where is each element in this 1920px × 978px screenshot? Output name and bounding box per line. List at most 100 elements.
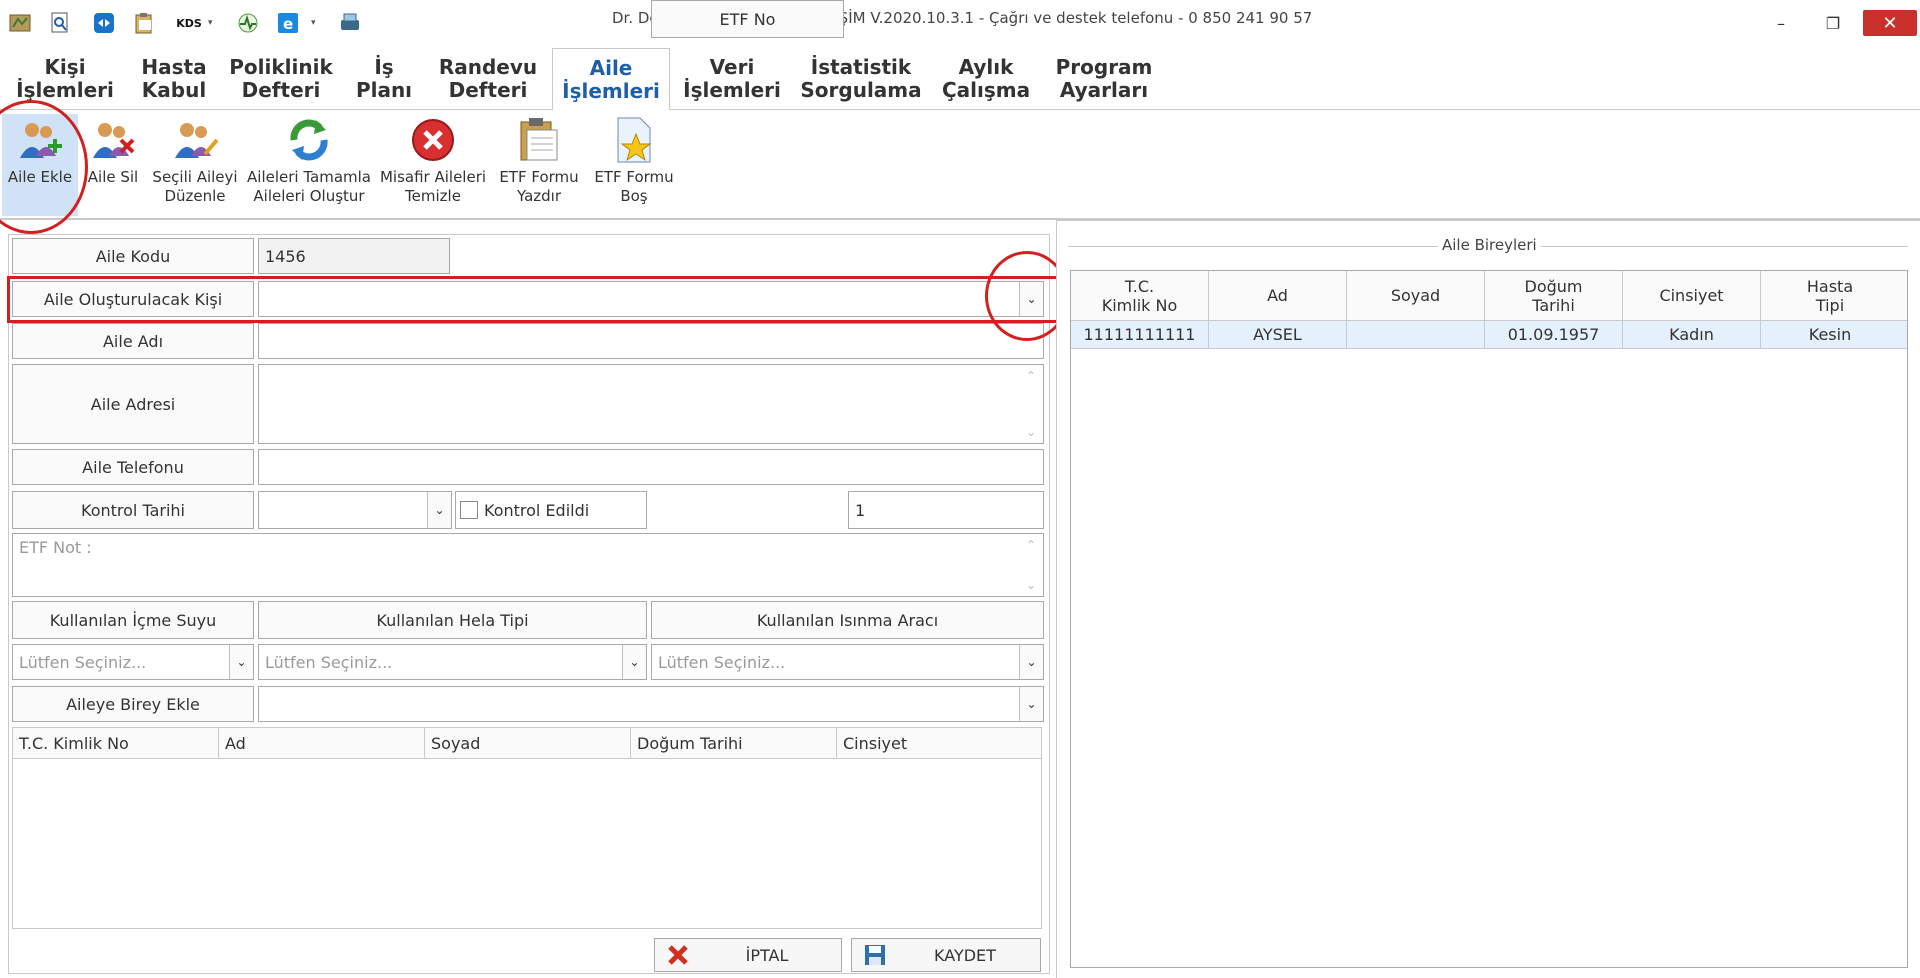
delete-circle-icon: [408, 114, 458, 166]
document-star-icon: [609, 114, 659, 166]
remove-family-icon: [88, 114, 138, 166]
svg-text:e: e: [283, 15, 293, 33]
column-cinsiyet[interactable]: Cinsiyet: [837, 728, 1041, 758]
table-row[interactable]: 11111111111 AYSEL 01.09.1957 Kadın Kesin: [1071, 321, 1907, 349]
aile-adresi-label: Aile Adresi: [12, 364, 254, 444]
kontrol-edildi-checkbox-row[interactable]: Kontrol Edildi: [455, 491, 647, 529]
kds-dropdown-icon[interactable]: ▾: [208, 18, 213, 28]
kaydet-button[interactable]: KAYDET: [851, 938, 1041, 972]
browser-dropdown-icon[interactable]: ▾: [311, 18, 316, 28]
ribbon-tabs: Kişi İşlemleri Hasta Kabul Poliklinik Defte…: [0, 48, 1920, 111]
member-grid-body[interactable]: [12, 759, 1042, 929]
aile-bireyleri-grid-header: T.C. Kimlik No Ad Soyad Doğum Tarihi Cinsi…: [1071, 271, 1907, 321]
column-tc-kimlik-no[interactable]: T.C. Kimlik No: [1071, 271, 1209, 320]
cell-soyad: [1347, 321, 1485, 348]
ribbon: Aile Ekle Aile Sil Seçili Aileyi Düzenle…: [0, 110, 1920, 220]
map-icon[interactable]: [8, 12, 32, 34]
tab-aylik-calisma[interactable]: Aylık Çalışma: [940, 48, 1032, 110]
close-button[interactable]: ✕: [1863, 10, 1917, 36]
aileleri-tamamla-button[interactable]: Aileleri Tamamla Aileleri Oluştur: [247, 114, 371, 216]
tab-is-plani[interactable]: İş Planı: [348, 48, 420, 110]
ekg-icon[interactable]: [236, 12, 260, 34]
chevron-down-icon[interactable]: ⌄: [229, 645, 253, 679]
aile-telefonu-label: Aile Telefonu: [12, 449, 254, 485]
clipboard-icon[interactable]: [132, 12, 156, 34]
browser-icon[interactable]: e: [276, 12, 300, 34]
aile-adi-input[interactable]: [258, 323, 1044, 359]
tab-aile-islemleri[interactable]: Aile İşlemleri: [552, 48, 670, 111]
member-grid-header: T.C. Kimlik No Ad Soyad Doğum Tarihi Cin…: [12, 727, 1042, 759]
etf-not-textarea[interactable]: ETF Not : ⌃ ⌄: [12, 533, 1044, 597]
iptal-button[interactable]: İPTAL: [654, 938, 842, 972]
tab-hasta-kabul[interactable]: Hasta Kabul: [126, 48, 222, 110]
tab-program-ayarlari[interactable]: Program Ayarları: [1050, 48, 1158, 110]
scroll-down-icon[interactable]: ⌄: [1026, 425, 1036, 439]
etf-formu-yazdir-button[interactable]: ETF Formu Yazdır: [496, 114, 582, 216]
kontrol-tarihi-date-picker[interactable]: ⌄: [258, 491, 452, 529]
chevron-down-icon[interactable]: ⌄: [622, 645, 646, 679]
tab-randevu-defteri[interactable]: Randevu Defteri: [434, 48, 542, 110]
tab-istatistik-sorgulama[interactable]: İstatistik Sorgulama: [796, 48, 926, 110]
aile-kodu-label: Aile Kodu: [12, 238, 254, 274]
aileye-birey-ekle-select[interactable]: ⌄: [258, 686, 1044, 722]
icme-suyu-label: Kullanılan İçme Suyu: [12, 601, 254, 639]
search-document-icon[interactable]: [48, 12, 72, 34]
tab-poliklinik-defteri[interactable]: Poliklinik Defteri: [229, 48, 333, 110]
scroll-up-icon[interactable]: ⌃: [1026, 369, 1036, 383]
aile-telefonu-input[interactable]: [258, 449, 1044, 485]
column-hasta-tipi[interactable]: Hasta Tipi: [1761, 271, 1899, 320]
minimize-button[interactable]: –: [1766, 10, 1796, 36]
etf-not-scrollbar[interactable]: ⌃ ⌄: [1019, 534, 1043, 596]
aile-adi-label: Aile Adı: [12, 323, 254, 359]
secili-aileyi-duzenle-button[interactable]: Seçili Aileyi Düzenle: [152, 114, 238, 216]
title-bar: KDS ▾ e ▾ Dr. Demo DOKTOR - HIZIR BİLİŞİ…: [0, 0, 1920, 44]
aile-sil-button[interactable]: Aile Sil: [80, 114, 146, 216]
hela-tipi-select[interactable]: Lütfen Seçiniz... ⌄: [258, 644, 647, 680]
cancel-icon: [663, 944, 693, 966]
icme-suyu-select[interactable]: Lütfen Seçiniz... ⌄: [12, 644, 254, 680]
hela-tipi-label: Kullanılan Hela Tipi: [258, 601, 647, 639]
chevron-down-icon[interactable]: ⌄: [1019, 645, 1043, 679]
aile-adresi-textarea[interactable]: ⌃ ⌄: [258, 364, 1044, 444]
scanner-icon[interactable]: [338, 12, 362, 34]
etf-no-input[interactable]: 1: [848, 491, 1044, 529]
clipboard-print-icon: [514, 114, 564, 166]
restore-button[interactable]: ❐: [1818, 10, 1848, 36]
chevron-down-icon[interactable]: ⌄: [1019, 687, 1043, 721]
aile-bireyleri-title: Aile Bireyleri: [1438, 236, 1541, 254]
cell-hasta-tipi: Kesin: [1808, 325, 1852, 344]
etf-no-label: ETF No: [651, 0, 844, 38]
cell-cinsiyet: Kadın: [1623, 321, 1761, 348]
scroll-down-icon[interactable]: ⌄: [1026, 578, 1036, 592]
isinma-araci-select[interactable]: Lütfen Seçiniz... ⌄: [651, 644, 1044, 680]
column-ad[interactable]: Ad: [219, 728, 425, 758]
kds-icon[interactable]: KDS: [172, 12, 206, 34]
scroll-up-icon[interactable]: ⌃: [1026, 538, 1036, 552]
annotation-rect-olusturulacak-kisi: [7, 276, 1065, 323]
column-ad[interactable]: Ad: [1209, 271, 1347, 320]
column-tc-kimlik-no[interactable]: T.C. Kimlik No: [13, 728, 219, 758]
save-icon: [860, 944, 890, 966]
aile-kodu-field: 1456: [258, 238, 450, 274]
aile-bireyleri-grid: T.C. Kimlik No Ad Soyad Doğum Tarihi Cinsi…: [1070, 270, 1908, 968]
kontrol-edildi-checkbox[interactable]: [460, 501, 478, 519]
aile-adresi-scrollbar[interactable]: ⌃ ⌄: [1019, 365, 1043, 443]
refresh-icon: [284, 114, 334, 166]
column-soyad[interactable]: Soyad: [425, 728, 631, 758]
chevron-down-icon[interactable]: ⌄: [427, 492, 451, 528]
column-cinsiyet[interactable]: Cinsiyet: [1623, 271, 1761, 320]
cell-tc: 11111111111: [1071, 321, 1209, 348]
column-soyad[interactable]: Soyad: [1347, 271, 1485, 320]
aileye-birey-ekle-label: Aileye Birey Ekle: [12, 686, 254, 722]
etf-formu-bos-button[interactable]: ETF Formu Boş: [592, 114, 676, 216]
cell-ad: AYSEL: [1209, 321, 1347, 348]
kontrol-tarihi-label: Kontrol Tarihi: [12, 491, 254, 529]
tab-veri-islemleri[interactable]: Veri İşlemleri: [682, 48, 782, 110]
isinma-araci-label: Kullanılan Isınma Aracı: [651, 601, 1044, 639]
column-dogum-tarihi[interactable]: Doğum Tarihi: [631, 728, 837, 758]
teamviewer-icon[interactable]: [92, 12, 116, 34]
cell-dogum: 01.09.1957: [1485, 321, 1623, 348]
column-dogum-tarihi[interactable]: Doğum Tarihi: [1485, 271, 1623, 320]
misafir-aileleri-temizle-button[interactable]: Misafir Aileleri Temizle: [380, 114, 486, 216]
edit-family-icon: [170, 114, 220, 166]
